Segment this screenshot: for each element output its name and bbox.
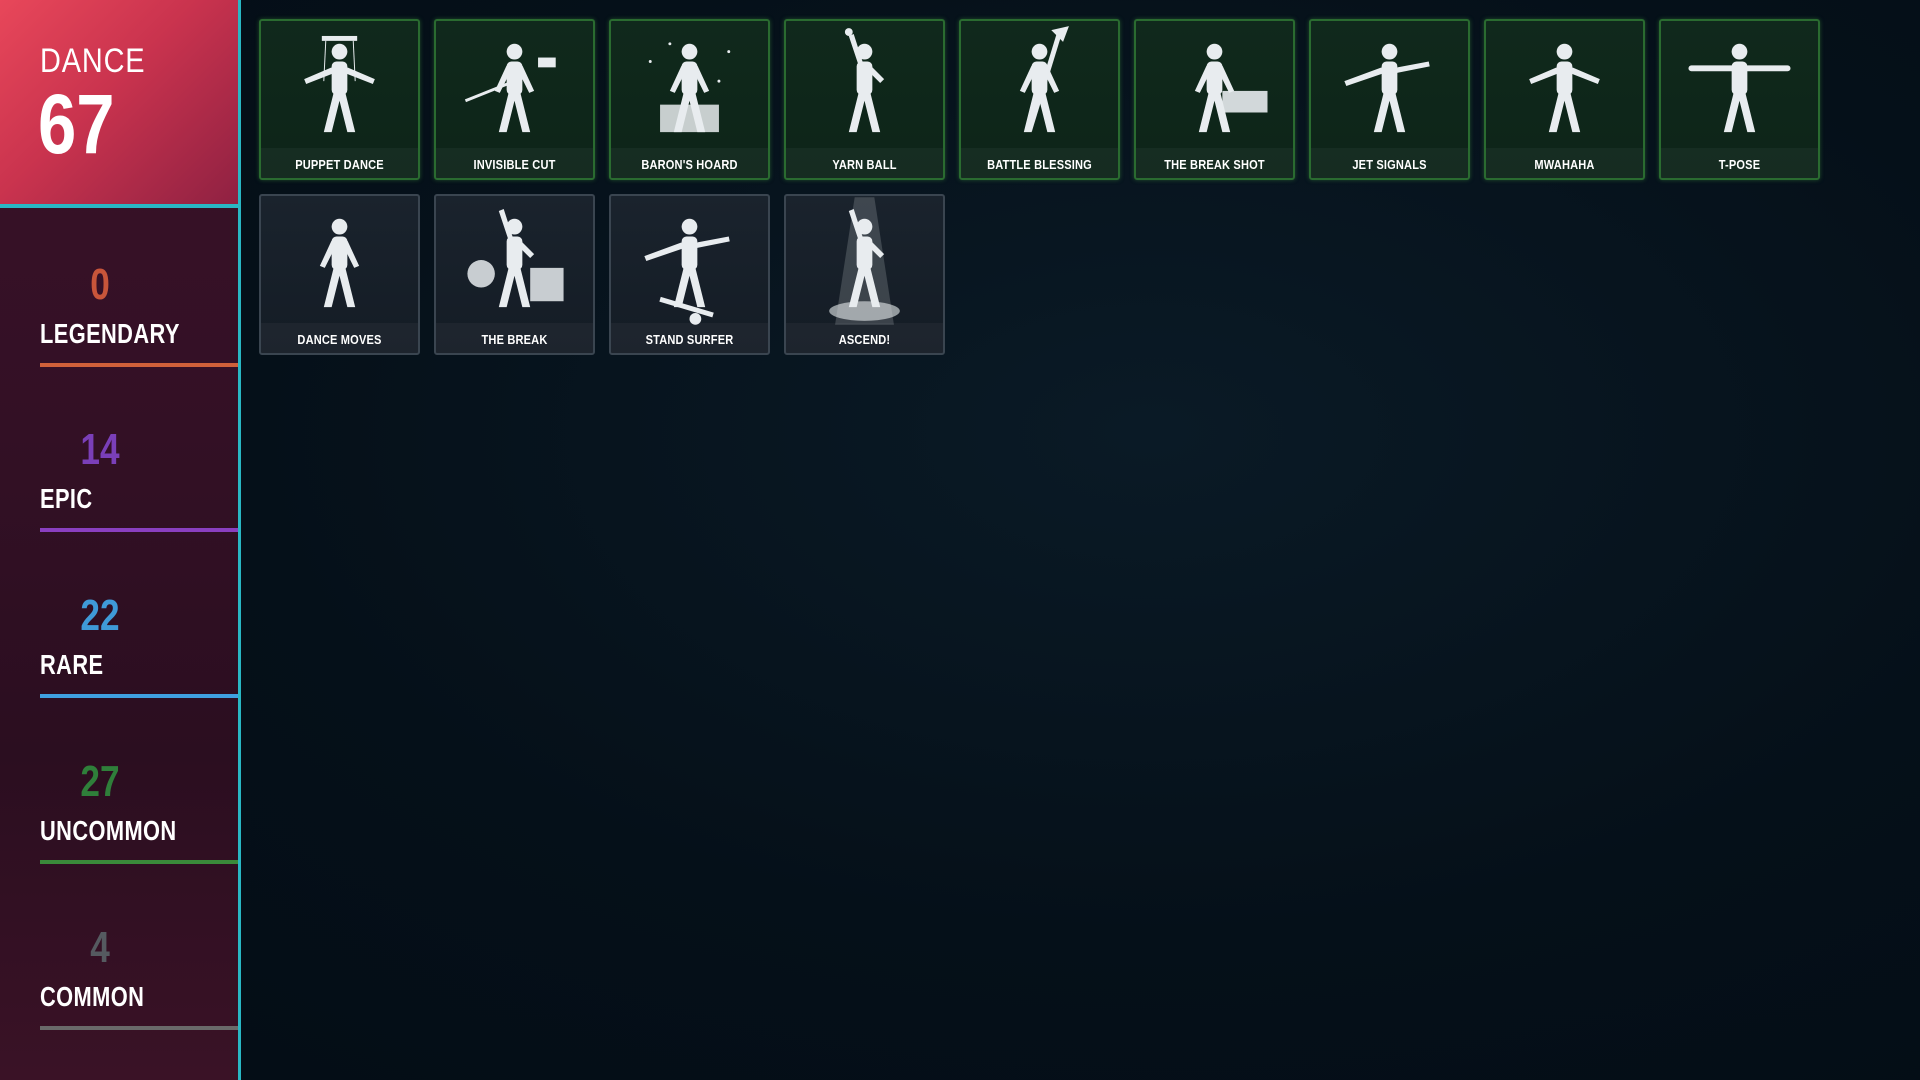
rarity-bar bbox=[40, 1026, 238, 1030]
emote-name: THE BREAK bbox=[481, 332, 548, 347]
rarity-count: 0 bbox=[90, 260, 110, 309]
rarity-common[interactable]: 4 COMMON bbox=[40, 923, 238, 1043]
rarity-epic[interactable]: 14 EPIC bbox=[40, 425, 238, 545]
rarity-bar bbox=[40, 363, 238, 367]
the-break-icon bbox=[436, 196, 593, 326]
puppet-dance-icon bbox=[261, 21, 418, 151]
rarity-bar bbox=[40, 860, 238, 864]
rarity-bar bbox=[40, 694, 238, 698]
category-count: 67 bbox=[38, 77, 115, 171]
emote-tile[interactable]: PUPPET DANCE bbox=[259, 19, 420, 180]
emote-name: PUPPET DANCE bbox=[295, 157, 384, 172]
emote-tile[interactable]: ASCEND! bbox=[784, 194, 945, 355]
rarity-count: 4 bbox=[90, 923, 110, 972]
emote-name: THE BREAK SHOT bbox=[1164, 157, 1265, 172]
rarity-legendary[interactable]: 0 LEGENDARY bbox=[40, 260, 238, 380]
rarity-rare[interactable]: 22 RARE bbox=[40, 591, 238, 711]
rarity-label: UNCOMMON bbox=[40, 815, 177, 846]
emote-tile[interactable]: THE BREAK bbox=[434, 194, 595, 355]
battle-blessing-icon bbox=[961, 21, 1118, 151]
t-pose-icon bbox=[1661, 21, 1818, 151]
stand-surfer-icon bbox=[611, 196, 768, 326]
emote-name: MWAHAHA bbox=[1534, 157, 1595, 172]
rarity-bar bbox=[40, 528, 238, 532]
rarity-label: EPIC bbox=[40, 483, 93, 514]
emote-tile[interactable]: STAND SURFER bbox=[609, 194, 770, 355]
rarity-count: 27 bbox=[80, 757, 120, 806]
invisible-cut-icon bbox=[436, 21, 593, 151]
emote-name: STAND SURFER bbox=[645, 332, 734, 347]
emote-name: ASCEND! bbox=[838, 332, 891, 347]
category-header: DANCE 67 bbox=[0, 0, 238, 208]
yarn-ball-icon bbox=[786, 21, 943, 151]
rarity-label: LEGENDARY bbox=[40, 318, 180, 349]
emote-name: BATTLE BLESSING bbox=[987, 157, 1092, 172]
emote-name: JET SIGNALS bbox=[1352, 157, 1427, 172]
emote-name: DANCE MOVES bbox=[297, 332, 382, 347]
jet-signals-icon bbox=[1311, 21, 1468, 151]
rarity-uncommon[interactable]: 27 UNCOMMON bbox=[40, 757, 238, 877]
rarity-count: 22 bbox=[80, 591, 120, 640]
emote-tile[interactable]: YARN BALL bbox=[784, 19, 945, 180]
emote-tile[interactable]: MWAHAHA bbox=[1484, 19, 1645, 180]
emote-name: YARN BALL bbox=[832, 157, 897, 172]
emote-tile[interactable]: DANCE MOVES bbox=[259, 194, 420, 355]
locker-screen: DANCE 67 0 LEGENDARY 14 EPIC 22 RARE 27 … bbox=[0, 0, 1920, 1080]
emote-tile[interactable]: T-POSE bbox=[1659, 19, 1820, 180]
emote-tile[interactable]: BATTLE BLESSING bbox=[959, 19, 1120, 180]
emote-tile[interactable]: INVISIBLE CUT bbox=[434, 19, 595, 180]
emote-name: BARON'S HOARD bbox=[641, 157, 738, 172]
rarity-count: 14 bbox=[80, 425, 120, 474]
rarity-label: COMMON bbox=[40, 981, 145, 1012]
category-title: DANCE bbox=[40, 42, 146, 80]
rarity-sidebar: DANCE 67 0 LEGENDARY 14 EPIC 22 RARE 27 … bbox=[0, 0, 241, 1080]
emote-tile[interactable]: JET SIGNALS bbox=[1309, 19, 1470, 180]
mwahaha-icon bbox=[1486, 21, 1643, 151]
rarity-label: RARE bbox=[40, 649, 104, 680]
break-shot-icon bbox=[1136, 21, 1293, 151]
emote-tile[interactable]: THE BREAK SHOT bbox=[1134, 19, 1295, 180]
emote-name: INVISIBLE CUT bbox=[473, 157, 556, 172]
emote-name: T-POSE bbox=[1718, 157, 1761, 172]
emote-tile[interactable]: BARON'S HOARD bbox=[609, 19, 770, 180]
ascend-icon bbox=[786, 196, 943, 326]
barons-hoard-icon bbox=[611, 21, 768, 151]
dance-moves-icon bbox=[261, 196, 418, 326]
